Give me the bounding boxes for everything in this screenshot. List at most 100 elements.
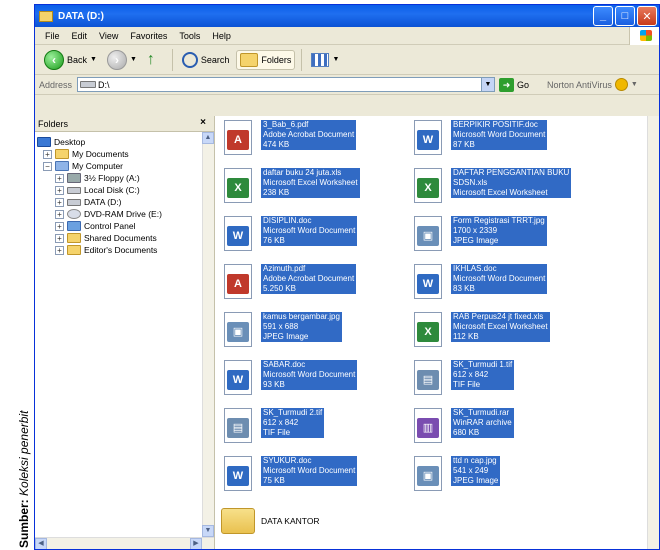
drive-icon — [80, 81, 96, 88]
file-type: 612 x 842 — [453, 370, 489, 379]
menu-edit[interactable]: Edit — [66, 31, 94, 41]
control-panel-icon — [67, 221, 81, 231]
folders-pane-header: Folders × — [35, 116, 214, 132]
file-name: Form Registrasi TRRT.jpg — [453, 216, 545, 225]
tree-item[interactable]: Desktop — [35, 136, 214, 148]
menu-file[interactable]: File — [39, 31, 66, 41]
file-item[interactable]: A 3_Bab_6.pdf Adobe Acrobat Document 474 KB — [221, 120, 357, 156]
file-type: 1700 x 2339 — [453, 226, 498, 235]
go-button[interactable]: ➜ Go — [499, 77, 529, 92]
expand-icon[interactable]: + — [55, 233, 64, 243]
expand-icon[interactable]: + — [55, 185, 64, 195]
folders-button[interactable]: Folders — [236, 49, 296, 70]
tree-item-label: Local Disk (C:) — [84, 185, 140, 195]
file-item[interactable]: ▥ SK_Turmudi.rar WinRAR archive 680 KB — [411, 408, 514, 444]
file-label: IKHLAS.doc Microsoft Word Document 83 KB — [451, 264, 548, 294]
up-folder-icon: ↑ — [146, 50, 155, 68]
drive-icon — [67, 198, 81, 206]
file-item[interactable]: ▤ SK_Turmudi 2.tif 612 x 842 TIF File — [221, 408, 325, 444]
file-item[interactable]: X RAB Perpus24 jt fixed.xls Microsoft Exce… — [411, 312, 550, 348]
expand-icon[interactable]: + — [55, 245, 64, 255]
minimize-button[interactable]: _ — [593, 6, 613, 26]
menu-tools[interactable]: Tools — [173, 31, 206, 41]
file-item[interactable]: ▣ ttd n cap.jpg 541 x 249 JPEG Image — [411, 456, 501, 492]
scroll-down-icon[interactable]: ▼ — [202, 525, 214, 537]
tree-item[interactable]: +3½ Floppy (A:) — [35, 172, 214, 184]
tree-item[interactable]: + Local Disk (C:) — [35, 184, 214, 196]
folders-vertical-scrollbar[interactable]: ▲ ▼ — [202, 132, 214, 537]
file-label: daftar buku 24 juta.xls Microsoft Excel W… — [261, 168, 360, 198]
file-type: 541 x 249 — [453, 466, 489, 475]
tree-item[interactable]: − My Computer — [35, 160, 214, 172]
search-button[interactable]: Search — [179, 50, 233, 70]
views-button[interactable]: ▼ — [308, 51, 342, 69]
title-bar[interactable]: DATA (D:) _ □ ✕ — [35, 5, 659, 27]
file-label: DISIPLIN.doc Microsoft Word Document 76 KB — [261, 216, 358, 246]
doc-file-icon: W — [221, 456, 257, 492]
address-bar: Address D:\ ▼ ➜ Go Norton AntiVirus ▼ — [35, 75, 659, 95]
folder-item[interactable]: DATA KANTOR — [221, 504, 320, 534]
file-item[interactable]: W BERPIKIR POSITIF.doc Microsoft Word Docu… — [411, 120, 548, 156]
close-button[interactable]: ✕ — [637, 6, 657, 26]
file-item[interactable]: Xdaftar buku 24 juta.xls Microsoft Excel … — [221, 168, 360, 204]
file-name: 3_Bab_6.pdf — [263, 120, 309, 129]
folder-icon — [67, 233, 81, 243]
norton-antivirus-button[interactable]: Norton AntiVirus ▼ — [547, 78, 638, 91]
menu-help[interactable]: Help — [206, 31, 237, 41]
expand-icon[interactable]: + — [55, 221, 64, 231]
expand-icon[interactable]: + — [55, 209, 64, 219]
tif-file-icon: ▤ — [411, 360, 447, 396]
address-label: Address — [39, 79, 73, 90]
maximize-button[interactable]: □ — [615, 6, 635, 26]
file-label: Form Registrasi TRRT.jpg 1700 x 2339 JPEG … — [451, 216, 547, 246]
menu-view[interactable]: View — [93, 31, 124, 41]
file-item[interactable]: W SYUKUR.doc Microsoft Word Document 75 KB — [221, 456, 358, 492]
tree-item[interactable]: + Editor's Documents — [35, 244, 214, 256]
file-type: Microsoft Word Document — [263, 370, 356, 379]
jpg-file-icon: ▣ — [221, 312, 257, 348]
scroll-right-icon[interactable]: ▶ — [190, 538, 202, 549]
file-size: JPEG Image — [453, 236, 499, 245]
tree-item[interactable]: + DATA (D:) — [35, 196, 214, 208]
expand-icon[interactable]: + — [43, 149, 52, 159]
address-dropdown-icon[interactable]: ▼ — [481, 78, 494, 91]
file-type: Microsoft Word Document — [453, 274, 546, 283]
file-item[interactable]: X DAFTAR PENGGANTIAN BUKU SDSN.xls Microsof… — [411, 168, 572, 204]
address-field[interactable]: D:\ ▼ — [77, 77, 495, 92]
file-item[interactable]: ▣ kamus bergambar.jpg 591 x 688 JPEG Image — [221, 312, 342, 348]
collapse-icon[interactable]: − — [43, 161, 52, 171]
file-size: 87 KB — [453, 140, 475, 149]
file-item[interactable]: W DISIPLIN.doc Microsoft Word Document 76 K… — [221, 216, 358, 252]
tree-item[interactable]: + My Documents — [35, 148, 214, 160]
tree-item-label: Control Panel — [84, 221, 136, 231]
forward-dropdown-icon[interactable]: ▼ — [130, 56, 137, 63]
folders-pane: Folders × Desktop + My Documents − My Comput… — [35, 116, 215, 549]
menu-favorites[interactable]: Favorites — [124, 31, 173, 41]
file-item[interactable]: ▤ SK_Turmudi 1.tif 612 x 842 TIF File — [411, 360, 515, 396]
forward-button[interactable]: › ▼ — [104, 48, 140, 72]
close-icon[interactable]: × — [200, 117, 206, 128]
tree-item[interactable]: + Control Panel — [35, 220, 214, 232]
file-item[interactable]: ▣ Form Registrasi TRRT.jpg 1700 x 2339 JPEG… — [411, 216, 547, 252]
expand-icon[interactable]: + — [55, 197, 64, 207]
file-item[interactable]: W SABAR.doc Microsoft Word Document 93 KB — [221, 360, 358, 396]
tree-item[interactable]: + Shared Documents — [35, 232, 214, 244]
file-name: Azimuth.pdf — [263, 264, 306, 273]
file-name: BERPIKIR POSITIF.doc — [453, 120, 538, 129]
scroll-left-icon[interactable]: ◀ — [35, 538, 47, 549]
folders-horizontal-scrollbar[interactable]: ◀ ▶ — [35, 537, 214, 549]
files-vertical-scrollbar[interactable] — [647, 116, 659, 549]
file-name: SABAR.doc — [263, 360, 306, 369]
window-title: DATA (D:) — [58, 10, 104, 22]
toolbar-separator — [171, 48, 173, 71]
up-button[interactable]: ↑ — [144, 49, 166, 71]
file-size: TIF File — [453, 380, 481, 389]
file-item[interactable]: W IKHLAS.doc Microsoft Word Document 83 KB — [411, 264, 548, 300]
tree-item[interactable]: + DVD-RAM Drive (E:) — [35, 208, 214, 220]
tree-item-label: Desktop — [54, 137, 86, 147]
scroll-up-icon[interactable]: ▲ — [202, 132, 214, 144]
file-item[interactable]: A Azimuth.pdf Adobe Acrobat Document 5.250 … — [221, 264, 357, 300]
back-button[interactable]: ‹ Back ▼ — [41, 48, 100, 72]
back-dropdown-icon[interactable]: ▼ — [90, 56, 97, 63]
expand-icon[interactable]: + — [55, 173, 64, 183]
